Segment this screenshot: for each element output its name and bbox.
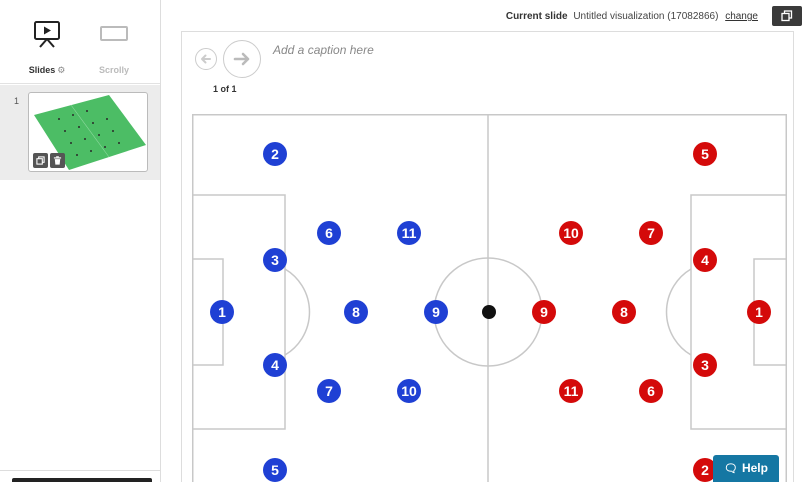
player-number: 3 <box>701 357 709 373</box>
slide-thumbnail[interactable] <box>28 92 148 172</box>
red-player-4[interactable]: 4 <box>693 248 717 272</box>
page-count: 1 of 1 <box>213 84 237 94</box>
red-player-11[interactable]: 11 <box>559 379 583 403</box>
player-number: 8 <box>620 304 628 320</box>
delete-slide-button[interactable] <box>50 153 65 168</box>
blue-player-1[interactable]: 1 <box>210 300 234 324</box>
right-penalty-arc <box>665 268 692 356</box>
topbar: Current slide Untitled visualization (17… <box>161 0 808 30</box>
player-number: 11 <box>402 225 417 241</box>
current-slide-info: Current slide Untitled visualization (17… <box>506 11 758 22</box>
player-number: 8 <box>352 304 360 320</box>
football-pitch: 2 6 11 3 1 8 9 4 7 10 5 5 10 7 4 9 8 1 3 11 6 2 <box>192 114 787 482</box>
blue-player-8[interactable]: 8 <box>344 300 368 324</box>
player-number: 6 <box>325 225 333 241</box>
red-player-5[interactable]: 5 <box>693 142 717 166</box>
next-slide-button[interactable] <box>223 40 261 78</box>
chat-icon: 🗨 <box>724 463 738 475</box>
previous-slide-button[interactable] <box>195 48 217 70</box>
blue-player-9[interactable]: 9 <box>424 300 448 324</box>
pitch-visualization: 2 6 11 3 1 8 9 4 7 10 5 5 10 7 4 9 8 1 3 11 6 2 <box>192 114 787 482</box>
trash-icon <box>53 156 62 165</box>
player-number: 7 <box>647 225 655 241</box>
player-number: 1 <box>218 304 226 320</box>
blue-player-11[interactable]: 11 <box>397 221 421 245</box>
player-number: 5 <box>271 462 279 478</box>
help-label: Help <box>741 461 768 475</box>
slide-number: 1 <box>14 96 20 106</box>
red-player-6[interactable]: 6 <box>639 379 663 403</box>
player-number: 2 <box>271 146 279 162</box>
arrow-left-icon <box>201 54 211 64</box>
slide-list: 1 <box>0 85 160 180</box>
duplicate-visualization-button[interactable] <box>772 6 802 26</box>
presentation-icon <box>34 21 60 48</box>
help-button[interactable]: 🗨 Help <box>713 455 779 482</box>
blue-player-4[interactable]: 4 <box>263 353 287 377</box>
copy-icon <box>781 10 793 22</box>
left-penalty-arc <box>284 268 311 356</box>
blue-player-6[interactable]: 6 <box>317 221 341 245</box>
blue-player-3[interactable]: 3 <box>263 248 287 272</box>
ball[interactable] <box>482 305 496 319</box>
copy-icon <box>36 156 45 165</box>
player-number: 1 <box>755 304 763 320</box>
duplicate-slide-button[interactable] <box>33 153 48 168</box>
player-number: 5 <box>701 146 709 162</box>
left-penalty-area <box>192 194 286 430</box>
player-number: 9 <box>540 304 548 320</box>
blue-player-7[interactable]: 7 <box>317 379 341 403</box>
player-number: 6 <box>647 383 655 399</box>
pitch-boundary <box>192 114 787 482</box>
blue-player-5[interactable]: 5 <box>263 458 287 482</box>
current-slide-value: Untitled visualization (17082866) <box>573 11 719 22</box>
scrolly-icon <box>100 26 128 41</box>
sidebar-divider <box>0 470 160 471</box>
sidebar: Slides ⚙ Scrolly 1 <box>0 0 161 482</box>
player-number: 3 <box>271 252 279 268</box>
slide-canvas: Add a caption here 1 of 1 2 6 11 3 1 8 9 4 7 10 5 5… <box>181 31 794 482</box>
player-number: 4 <box>271 357 279 373</box>
player-number: 4 <box>701 252 709 268</box>
red-player-9[interactable]: 9 <box>532 300 556 324</box>
player-number: 10 <box>563 225 579 241</box>
red-player-8[interactable]: 8 <box>612 300 636 324</box>
player-number: 7 <box>325 383 333 399</box>
current-slide-label: Current slide <box>505 11 568 22</box>
mode-tabs: Slides ⚙ Scrolly <box>0 0 160 84</box>
arrow-right-icon <box>233 52 250 66</box>
sidebar-add-slide-bar[interactable] <box>12 478 152 482</box>
red-player-3[interactable]: 3 <box>693 353 717 377</box>
player-number: 10 <box>401 383 417 399</box>
right-penalty-area <box>690 194 787 430</box>
red-player-10[interactable]: 10 <box>559 221 583 245</box>
player-number: 11 <box>564 383 579 399</box>
player-number: 2 <box>701 462 709 478</box>
caption-input[interactable]: Add a caption here <box>273 43 374 57</box>
tab-scrolly-label: Scrolly <box>98 65 129 75</box>
blue-player-10[interactable]: 10 <box>397 379 421 403</box>
tab-slides-label: Slides <box>28 65 56 75</box>
red-player-1[interactable]: 1 <box>747 300 771 324</box>
change-link[interactable]: change <box>725 11 758 22</box>
red-player-7[interactable]: 7 <box>639 221 663 245</box>
tab-scrolly[interactable]: Scrolly <box>74 18 154 80</box>
app-window: Slides ⚙ Scrolly 1 Current slide Untitle… <box>0 0 808 482</box>
gear-icon[interactable]: ⚙ <box>57 65 65 75</box>
blue-player-2[interactable]: 2 <box>263 142 287 166</box>
player-number: 9 <box>432 304 440 320</box>
